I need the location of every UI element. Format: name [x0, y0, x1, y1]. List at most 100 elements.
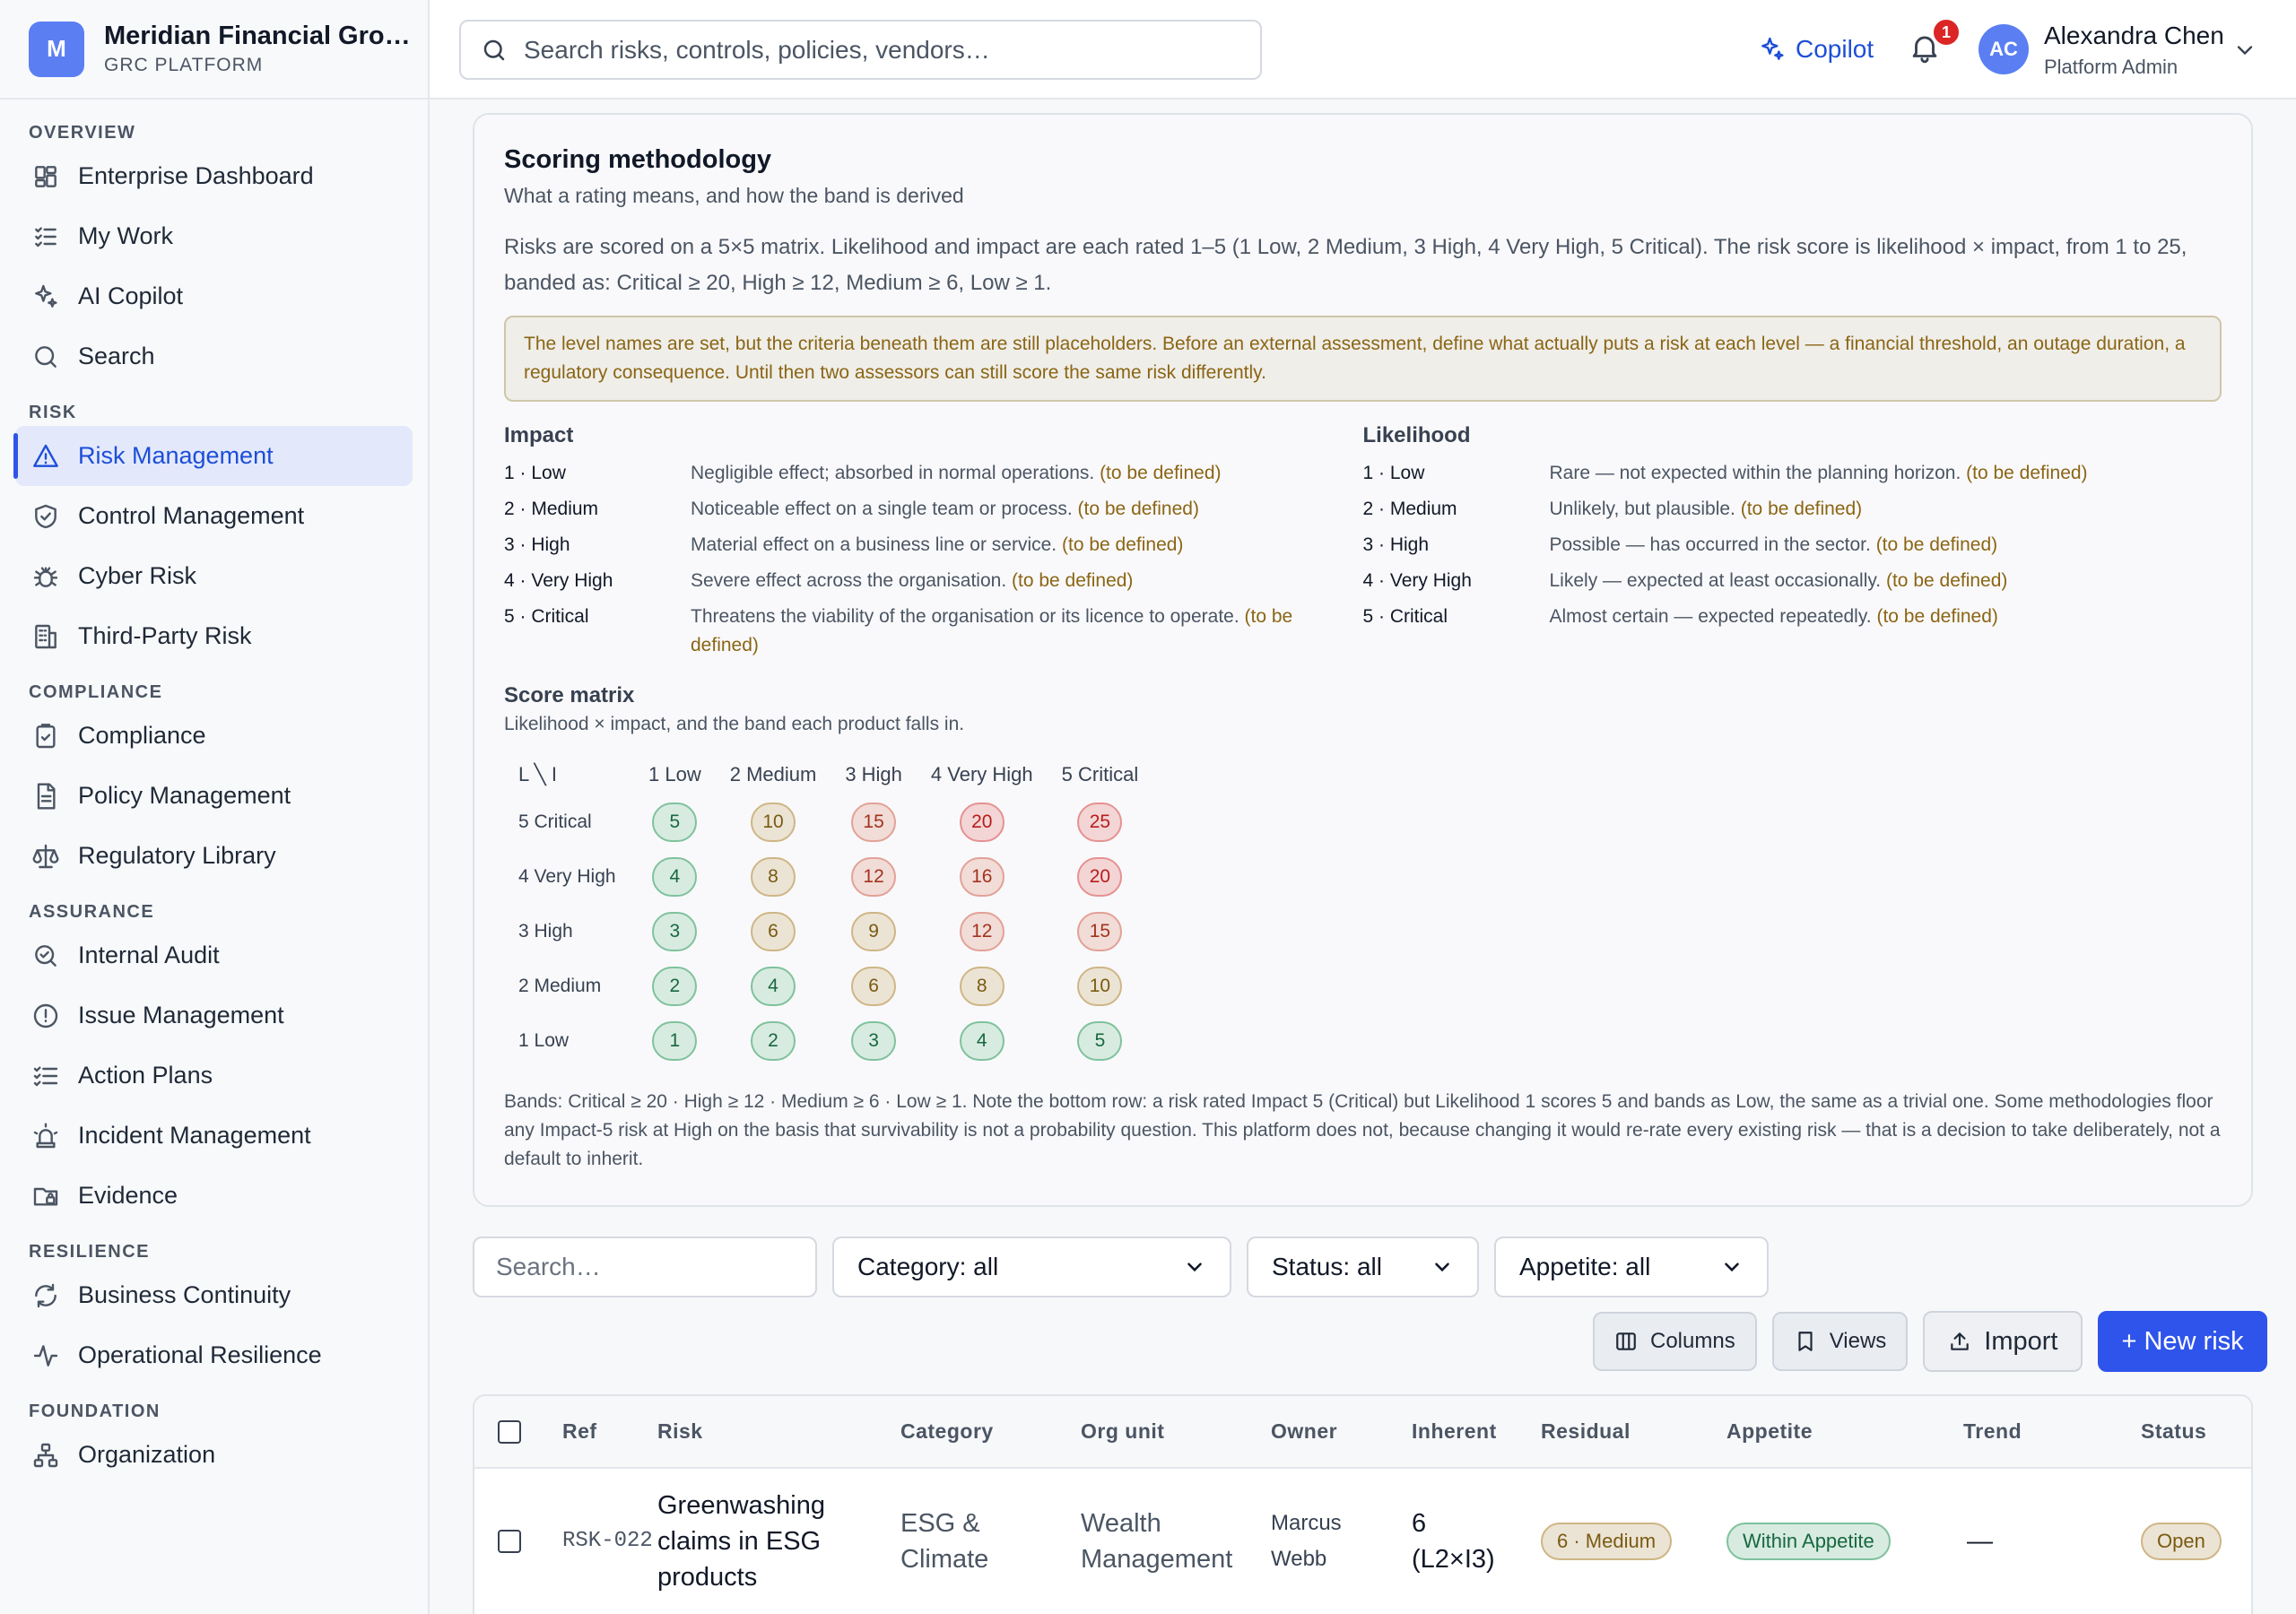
level-key: 2 · Medium: [1362, 499, 1457, 519]
matrix-score-cell: 4: [652, 856, 698, 897]
filter-bar: Search… Category: all Status: all Appeti…: [473, 1237, 1769, 1297]
residual-badge: 6 · Medium: [1541, 1523, 1673, 1560]
impact-title: Impact: [504, 423, 574, 447]
sidebar-item-third-party-risk[interactable]: Third-Party Risk: [15, 606, 413, 666]
new-risk-button[interactable]: + New risk: [2098, 1311, 2267, 1372]
sidebar-item-business-continuity[interactable]: Business Continuity: [15, 1265, 413, 1325]
sidebar-item-enterprise-dashboard[interactable]: Enterprise Dashboard: [15, 146, 413, 206]
matrix-row: 4 Very High 4 8 12 16 20: [504, 849, 1152, 904]
sidebar-item-label: Enterprise Dashboard: [78, 162, 314, 189]
col-ref[interactable]: Ref: [562, 1419, 657, 1444]
likelihood-level: 1 · Low Rare — not expected within the pl…: [1363, 459, 2222, 488]
level-desc-text: Rare — not expected within the planning …: [1549, 463, 1961, 483]
sidebar-item-operational-resilience[interactable]: Operational Resilience: [15, 1325, 413, 1385]
risk-category: ESG & Climate: [900, 1509, 989, 1574]
risk-search-input[interactable]: Search…: [473, 1237, 817, 1297]
level-key: 2 · Medium: [504, 499, 599, 519]
appetite-filter[interactable]: Appetite: all: [1494, 1237, 1769, 1297]
sidebar-item-incident-management[interactable]: Incident Management: [15, 1106, 413, 1166]
matrix-score-cell: 3: [652, 911, 698, 951]
user-menu[interactable]: Alexandra Chen Platform Admin: [2044, 22, 2224, 79]
sidebar-item-label: Incident Management: [78, 1122, 311, 1149]
row-checkbox[interactable]: [498, 1530, 521, 1553]
search-icon: [35, 345, 57, 368]
matrix-column-header: 5 Critical: [1061, 763, 1139, 785]
col-org-unit[interactable]: Org unit: [1081, 1419, 1271, 1444]
sidebar-item-cyber-risk[interactable]: Cyber Risk: [15, 546, 413, 606]
document-icon: [37, 782, 56, 810]
views-button[interactable]: Views: [1771, 1312, 1909, 1371]
table-actions: Columns Views Import + New risk: [1593, 1311, 2267, 1372]
card-subtitle: What a rating means, and how the band is…: [504, 184, 964, 207]
matrix-row: 5 Critical 5 10 15 20 25: [504, 794, 1152, 849]
avatar[interactable]: AC: [1979, 24, 2029, 74]
sidebar-item-issue-management[interactable]: Issue Management: [15, 985, 413, 1046]
col-category[interactable]: Category: [900, 1419, 1081, 1444]
sidebar-item-organization[interactable]: Organization: [15, 1425, 413, 1485]
magnify-check-icon: [35, 944, 57, 967]
matrix-row-label: 5 Critical: [518, 811, 592, 832]
card-title: Scoring methodology: [504, 145, 772, 174]
global-search-input[interactable]: [524, 35, 1241, 65]
level-description: Rare — not expected within the planning …: [1550, 459, 2196, 488]
upload-icon: [1951, 1332, 1970, 1350]
sidebar-item-label: Evidence: [78, 1182, 178, 1209]
bookmark-icon: [1798, 1332, 1813, 1351]
status-filter[interactable]: Status: all: [1247, 1237, 1479, 1297]
nav-section-title: RISK: [29, 403, 77, 422]
level-description: Noticeable effect on a single team or pr…: [691, 495, 1336, 524]
matrix-score-cell: 20: [1077, 856, 1123, 897]
col-status[interactable]: Status: [2141, 1419, 2231, 1444]
sidebar-item-ai-copilot[interactable]: AI Copilot: [15, 266, 413, 326]
col-appetite[interactable]: Appetite: [1726, 1419, 1963, 1444]
import-button[interactable]: Import: [1923, 1311, 2083, 1372]
col-trend[interactable]: Trend: [1963, 1419, 2141, 1444]
scales-icon: [32, 844, 59, 868]
nav-section-title: FOUNDATION: [29, 1401, 161, 1421]
chevron-down-icon: [1435, 1263, 1449, 1272]
chevron-down-icon: [1725, 1263, 1739, 1272]
sidebar-item-risk-management[interactable]: Risk Management: [13, 426, 413, 486]
columns-icon: [1616, 1332, 1636, 1350]
brand-name: Meridian Financial Gro…: [104, 22, 411, 50]
risk-title[interactable]: Greenwashing claims in ESG products: [657, 1488, 900, 1595]
category-filter[interactable]: Category: all: [832, 1237, 1231, 1297]
level-description: Almost certain — expected repeatedly. (t…: [1550, 603, 2196, 631]
table-row[interactable]: RSK-022 Greenwashing claims in ESG produ…: [474, 1469, 2251, 1614]
sidebar-item-internal-audit[interactable]: Internal Audit: [15, 925, 413, 985]
matrix-column-header: 2 Medium: [729, 763, 817, 785]
sidebar-item-policy-management[interactable]: Policy Management: [15, 766, 413, 826]
notification-count-badge: 1: [1932, 18, 1961, 47]
sidebar-item-regulatory-library[interactable]: Regulatory Library: [15, 826, 413, 886]
sidebar-item-control-management[interactable]: Control Management: [15, 486, 413, 546]
sidebar-item-action-plans[interactable]: Action Plans: [15, 1046, 413, 1106]
col-residual[interactable]: Residual: [1541, 1419, 1726, 1444]
chevron-down-icon[interactable]: [2232, 38, 2257, 63]
methodology-body: Risks are scored on a 5×5 matrix. Likeli…: [504, 235, 2187, 295]
risk-ref: RSK-022: [562, 1529, 653, 1553]
score-matrix-subtitle: Likelihood × impact, and the band each p…: [504, 714, 965, 734]
select-all-checkbox[interactable]: [498, 1419, 521, 1444]
copilot-button[interactable]: Copilot: [1758, 27, 1874, 72]
sidebar-item-compliance[interactable]: Compliance: [15, 706, 413, 766]
sidebar-item-evidence[interactable]: Evidence: [15, 1166, 413, 1226]
sidebar-item-label: AI Copilot: [78, 282, 184, 309]
columns-button[interactable]: Columns: [1593, 1312, 1757, 1371]
nav-section-title: OVERVIEW: [29, 123, 136, 143]
col-owner[interactable]: Owner: [1271, 1419, 1412, 1444]
likelihood-level: 2 · Medium Unlikely, but plausible. (to b…: [1363, 495, 2222, 524]
matrix-row-label: 4 Very High: [518, 865, 616, 887]
matrix-row-label: 3 High: [518, 920, 573, 941]
col-inherent[interactable]: Inherent: [1412, 1419, 1541, 1444]
global-search[interactable]: [459, 20, 1262, 80]
level-desc-text: Material effect on a business line or se…: [691, 534, 1057, 555]
sidebar-item-my-work[interactable]: My Work: [15, 206, 413, 266]
col-risk[interactable]: Risk: [657, 1419, 900, 1444]
org-chart-icon: [33, 1443, 58, 1467]
sidebar-item-label: Action Plans: [78, 1062, 213, 1089]
brand[interactable]: M Meridian Financial Gro… GRC PLATFORM: [0, 0, 428, 100]
copilot-label: Copilot: [1796, 35, 1874, 63]
level-description: Unlikely, but plausible. (to be defined): [1550, 495, 2196, 524]
level-key: 3 · High: [1362, 534, 1430, 555]
sidebar-item-search[interactable]: Search: [15, 326, 413, 386]
